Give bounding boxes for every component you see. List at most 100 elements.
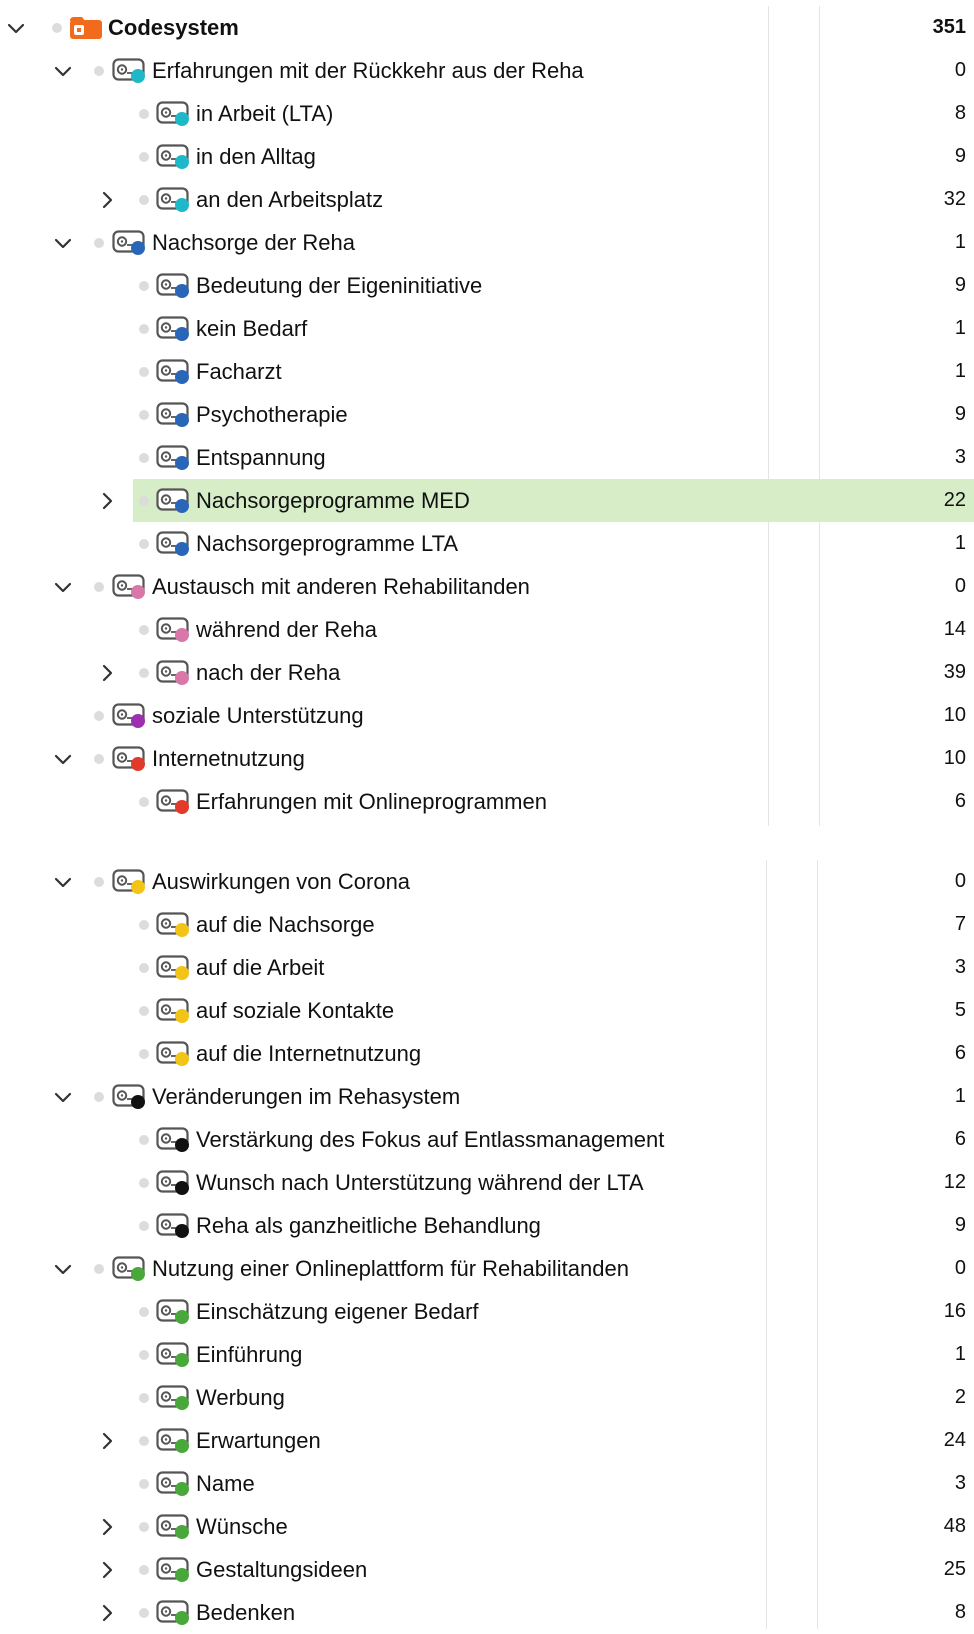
activation-dot-icon[interactable] <box>139 324 149 334</box>
tree-row[interactable]: auf die Arbeit 3 <box>0 946 974 989</box>
chevron-down-icon[interactable] <box>52 232 74 254</box>
tree-row[interactable]: Verstärkung des Fokus auf Entlassmanagem… <box>0 1118 974 1161</box>
chevron-right-icon[interactable] <box>96 1430 118 1452</box>
code-icon <box>156 1428 192 1454</box>
code-label: Veränderungen im Rehasystem <box>152 1084 461 1109</box>
chevron-right-icon[interactable] <box>96 662 118 684</box>
code-icon <box>156 359 192 385</box>
activation-dot-icon[interactable] <box>139 281 149 291</box>
tree-row[interactable]: Nutzung einer Onlineplattform für Rehabi… <box>0 1247 974 1290</box>
activation-dot-icon[interactable] <box>139 1350 149 1360</box>
tree-row[interactable]: Facharzt 1 <box>0 350 974 393</box>
tree-row[interactable]: Einführung 1 <box>0 1333 974 1376</box>
tree-row[interactable]: Erfahrungen mit Onlineprogrammen 6 <box>0 780 974 823</box>
tree-row[interactable]: Austausch mit anderen Rehabilitanden 0 <box>0 565 974 608</box>
activation-dot-icon[interactable] <box>139 367 149 377</box>
coded-segments-count: 6 <box>954 1042 966 1064</box>
coded-segments-count: 5 <box>954 999 966 1021</box>
coded-segments-count: 3 <box>954 1472 966 1494</box>
chevron-right-icon[interactable] <box>96 1559 118 1581</box>
tree-row[interactable]: Einschätzung eigener Bedarf 16 <box>0 1290 974 1333</box>
tree-row[interactable]: Veränderungen im Rehasystem 1 <box>0 1075 974 1118</box>
tree-row[interactable]: in Arbeit (LTA) 8 <box>0 92 974 135</box>
activation-dot-icon[interactable] <box>52 23 62 33</box>
chevron-down-icon[interactable] <box>52 871 74 893</box>
activation-dot-icon[interactable] <box>94 1092 104 1102</box>
code-icon <box>156 101 192 127</box>
activation-dot-icon[interactable] <box>139 496 149 506</box>
chevron-right-icon[interactable] <box>96 1602 118 1624</box>
activation-dot-icon[interactable] <box>139 625 149 635</box>
activation-dot-icon[interactable] <box>94 66 104 76</box>
code-label: in Arbeit (LTA) <box>196 101 334 126</box>
chevron-right-icon[interactable] <box>96 490 118 512</box>
activation-dot-icon[interactable] <box>139 1522 149 1532</box>
code-icon <box>112 746 148 772</box>
activation-dot-icon[interactable] <box>139 1049 149 1059</box>
activation-dot-icon[interactable] <box>139 1565 149 1575</box>
activation-dot-icon[interactable] <box>139 109 149 119</box>
tree-row[interactable]: Gestaltungsideen 25 <box>0 1548 974 1591</box>
code-label: auf die Internetnutzung <box>196 1041 422 1066</box>
tree-row[interactable]: während der Reha 14 <box>0 608 974 651</box>
activation-dot-icon[interactable] <box>139 1608 149 1618</box>
tree-row[interactable]: Werbung 2 <box>0 1376 974 1419</box>
tree-row[interactable]: Wunsch nach Unterstützung während der LT… <box>0 1161 974 1204</box>
chevron-down-icon[interactable] <box>52 1258 74 1280</box>
tree-row[interactable]: auf soziale Kontakte 5 <box>0 989 974 1032</box>
activation-dot-icon[interactable] <box>139 1135 149 1145</box>
activation-dot-icon[interactable] <box>139 797 149 807</box>
tree-row[interactable]: Erfahrungen mit der Rückkehr aus der Reh… <box>0 49 974 92</box>
activation-dot-icon[interactable] <box>139 1393 149 1403</box>
tree-row[interactable]: in den Alltag 9 <box>0 135 974 178</box>
activation-dot-icon[interactable] <box>94 582 104 592</box>
activation-dot-icon[interactable] <box>139 920 149 930</box>
tree-row[interactable]: an den Arbeitsplatz 32 <box>0 178 974 221</box>
chevron-right-icon[interactable] <box>96 1516 118 1538</box>
activation-dot-icon[interactable] <box>139 410 149 420</box>
code-icon <box>112 1084 148 1110</box>
tree-row[interactable]: Psychotherapie 9 <box>0 393 974 436</box>
activation-dot-icon[interactable] <box>94 238 104 248</box>
tree-row[interactable]: Auswirkungen von Corona 0 <box>0 860 974 903</box>
activation-dot-icon[interactable] <box>139 1006 149 1016</box>
tree-row[interactable]: Erwartungen 24 <box>0 1419 974 1462</box>
activation-dot-icon[interactable] <box>94 711 104 721</box>
tree-row[interactable]: Name 3 <box>0 1462 974 1505</box>
tree-row[interactable]: Nachsorgeprogramme LTA 1 <box>0 522 974 565</box>
tree-row[interactable]: Nachsorgeprogramme MED 22 <box>0 479 974 522</box>
chevron-down-icon[interactable] <box>52 60 74 82</box>
activation-dot-icon[interactable] <box>94 877 104 887</box>
tree-row-root[interactable]: Codesystem 351 <box>0 6 974 49</box>
activation-dot-icon[interactable] <box>139 152 149 162</box>
tree-row[interactable]: Internetnutzung 10 <box>0 737 974 780</box>
activation-dot-icon[interactable] <box>139 1307 149 1317</box>
chevron-right-icon[interactable] <box>96 189 118 211</box>
tree-row[interactable]: auf die Nachsorge 7 <box>0 903 974 946</box>
activation-dot-icon[interactable] <box>139 1479 149 1489</box>
tree-row[interactable]: soziale Unterstützung 10 <box>0 694 974 737</box>
activation-dot-icon[interactable] <box>139 963 149 973</box>
tree-row[interactable]: Reha als ganzheitliche Behandlung 9 <box>0 1204 974 1247</box>
tree-row[interactable]: auf die Internetnutzung 6 <box>0 1032 974 1075</box>
tree-row[interactable]: Bedenken 8 <box>0 1591 974 1634</box>
tree-row[interactable]: Wünsche 48 <box>0 1505 974 1548</box>
activation-dot-icon[interactable] <box>139 539 149 549</box>
activation-dot-icon[interactable] <box>139 1178 149 1188</box>
tree-row[interactable]: Bedeutung der Eigeninitiative 9 <box>0 264 974 307</box>
activation-dot-icon[interactable] <box>139 195 149 205</box>
activation-dot-icon[interactable] <box>139 1436 149 1446</box>
tree-row[interactable]: Entspannung 3 <box>0 436 974 479</box>
activation-dot-icon[interactable] <box>94 754 104 764</box>
activation-dot-icon[interactable] <box>139 453 149 463</box>
chevron-down-icon[interactable] <box>52 1086 74 1108</box>
chevron-down-icon[interactable] <box>52 748 74 770</box>
tree-row[interactable]: nach der Reha 39 <box>0 651 974 694</box>
tree-row[interactable]: Nachsorge der Reha 1 <box>0 221 974 264</box>
tree-row[interactable]: kein Bedarf 1 <box>0 307 974 350</box>
activation-dot-icon[interactable] <box>139 668 149 678</box>
chevron-down-icon[interactable] <box>5 17 27 39</box>
activation-dot-icon[interactable] <box>94 1264 104 1274</box>
chevron-down-icon[interactable] <box>52 576 74 598</box>
activation-dot-icon[interactable] <box>139 1221 149 1231</box>
